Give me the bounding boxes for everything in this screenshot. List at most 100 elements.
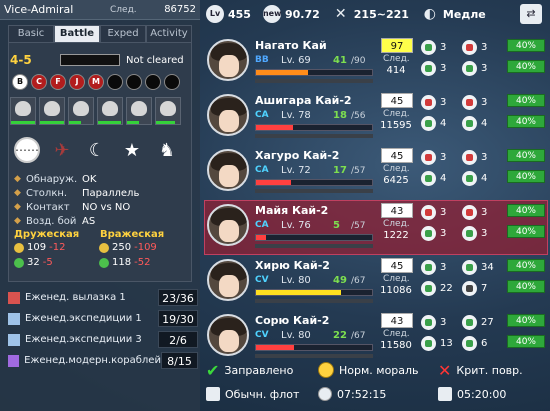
quest-progress: 19/30 — [158, 310, 198, 327]
equipment-count: 3 — [440, 97, 447, 108]
quest-name: Еженед. вылазка 1 — [25, 292, 126, 303]
ship-level: Lv. 80 — [281, 330, 311, 341]
quest-item[interactable]: Еженед.экспедиции 3 2/6 — [8, 330, 198, 349]
equipment-slot[interactable]: 3 — [462, 95, 503, 110]
hp-bar-fill — [256, 235, 267, 240]
equipment-slot[interactable]: 7 — [462, 281, 503, 296]
quest-color-square — [8, 291, 20, 304]
next-label: След. — [383, 219, 410, 229]
ship-row[interactable]: Нагато Кай BB Lv. 69 41/90 97 След. 414 3 3 3 3 40%… — [205, 36, 547, 89]
equipment-slot[interactable]: 27 — [462, 315, 503, 330]
tab-basic[interactable]: Basic — [8, 25, 54, 42]
quest-item[interactable]: Еженед. вылазка 1 23/36 — [8, 288, 198, 307]
equipment-slot[interactable]: 3 — [421, 226, 462, 241]
quest-item[interactable]: Еженед.экспедиции 1 19/30 — [8, 309, 198, 328]
ship-type: CA — [255, 220, 269, 230]
portrait-face — [219, 165, 239, 187]
equipment-slot[interactable]: 3 — [421, 61, 462, 76]
equipment-slot[interactable]: 3 — [421, 95, 462, 110]
equipment-slot[interactable]: 3 — [462, 150, 503, 165]
equipment-slot[interactable]: 22 — [421, 281, 462, 296]
next-label: След. — [383, 54, 410, 64]
fleet-status-bar: Lv 455 new 90.72 ✕ 215~221 ◐ Медле ⇄ — [206, 3, 546, 25]
route-nodes: BCFJM — [12, 74, 180, 90]
route-node: F — [50, 74, 66, 90]
equipment-icon — [462, 205, 477, 220]
hp-bar — [255, 344, 373, 351]
level-icon: Lv — [206, 5, 224, 23]
rating-icon: new — [262, 5, 281, 23]
equipment-count: 3 — [440, 262, 447, 273]
timer-1: 07:52:15 — [318, 387, 438, 401]
ship-level: Lv. 72 — [281, 165, 311, 176]
condition-value: 45 — [381, 258, 413, 273]
ship-row[interactable]: Ашигара Кай-2 CA Lv. 78 18/56 45 След. 11595 3 3… — [205, 91, 547, 144]
equipment-slot[interactable]: 6 — [462, 336, 503, 351]
fleet-switch-button[interactable]: ⇄ — [520, 4, 542, 24]
next-exp: 1222 — [383, 230, 409, 241]
equipment-slot[interactable]: 4 — [421, 116, 462, 131]
enemy-ship — [68, 97, 94, 125]
equipment-grid: 3 3 4 4 — [421, 150, 503, 186]
quest-list: Еженед. вылазка 1 23/36 Еженед.экспедици… — [8, 288, 198, 372]
ship-row[interactable]: Майя Кай-2 CA Lv. 76 5/57 43 След. 1222 3 3 3 3 40%… — [204, 200, 548, 255]
enemy-hp-bar — [40, 121, 64, 124]
equipment-slot[interactable]: 3 — [462, 205, 503, 220]
ship-row[interactable]: Хирю Кай-2 CV Lv. 80 49/67 45 След. 11086 3 34 22… — [205, 256, 547, 309]
equipment-grid: 3 3 3 3 — [421, 40, 503, 76]
next-exp: 11086 — [380, 285, 412, 296]
enemy-ship — [10, 97, 36, 125]
enemy-portrait — [44, 101, 60, 116]
enemy-value: 250 — [112, 242, 132, 253]
ship-level: Lv. 76 — [281, 220, 311, 231]
equipment-count: 27 — [481, 317, 494, 328]
hp-icon — [99, 242, 109, 253]
damage-status: ✕ Крит. повр. — [438, 361, 523, 380]
equipment-slot[interactable]: 3 — [421, 260, 462, 275]
ship-hp-max: /56 — [351, 111, 366, 121]
smile-icon — [318, 362, 334, 378]
enemy-portrait — [15, 101, 31, 116]
ship-row[interactable]: Хагуро Кай-2 CA Lv. 72 17/57 45 След. 6425 3 3 4 4… — [205, 146, 547, 199]
quest-item[interactable]: Еженед.модерн.кораблей 8/15 — [8, 351, 198, 370]
hp-bar — [255, 179, 373, 186]
timer-2: 05:20:00 — [438, 387, 506, 401]
equipment-slot[interactable]: 3 — [421, 40, 462, 55]
tab-battle[interactable]: Battle — [54, 25, 100, 42]
morale-label: Норм. мораль — [339, 363, 419, 377]
quest-name: Еженед.модерн.кораблей — [24, 355, 161, 366]
equipment-slot[interactable]: 3 — [421, 315, 462, 330]
exp-bar — [255, 299, 373, 303]
ship-hp: 22 — [333, 330, 347, 341]
ammo-bar: 40% — [507, 60, 545, 73]
supply-bars: 40% 40% — [507, 204, 545, 246]
equipment-slot[interactable]: 4 — [421, 171, 462, 186]
enemy-ship — [97, 97, 123, 125]
tab-exped[interactable]: Exped — [100, 25, 146, 42]
map-row: 4-5 Not cleared — [10, 53, 184, 67]
next-exp: 11595 — [380, 120, 412, 131]
equipment-slot[interactable]: 4 — [462, 116, 503, 131]
equipment-icon — [462, 171, 477, 186]
enemy-ship — [126, 97, 152, 125]
equipment-count: 7 — [481, 283, 488, 294]
equipment-slot[interactable]: 4 — [462, 171, 503, 186]
enemy-value: 118 — [112, 257, 132, 268]
ship-row[interactable]: Сорю Кай-2 CV Lv. 80 22/67 43 След. 11580 3 27 13… — [205, 311, 547, 364]
fuel-bar: 40% — [507, 204, 545, 217]
equipment-slot[interactable]: 3 — [462, 40, 503, 55]
enemy-cell: 250 -109 — [99, 242, 184, 253]
equipment-icon — [421, 205, 436, 220]
equipment-grid: 3 3 4 4 — [421, 95, 503, 131]
equipment-icon — [421, 95, 436, 110]
tab-activity[interactable]: Activity — [146, 25, 192, 42]
equipment-slot[interactable]: 3 — [462, 226, 503, 241]
equipment-slot[interactable]: 13 — [421, 336, 462, 351]
route-node — [164, 74, 180, 90]
equipment-slot[interactable]: 34 — [462, 260, 503, 275]
ship-portrait — [207, 204, 249, 246]
bullet-icon: ◆ — [14, 202, 21, 212]
equipment-slot[interactable]: 3 — [462, 61, 503, 76]
equipment-slot[interactable]: 3 — [421, 205, 462, 220]
equipment-slot[interactable]: 3 — [421, 150, 462, 165]
